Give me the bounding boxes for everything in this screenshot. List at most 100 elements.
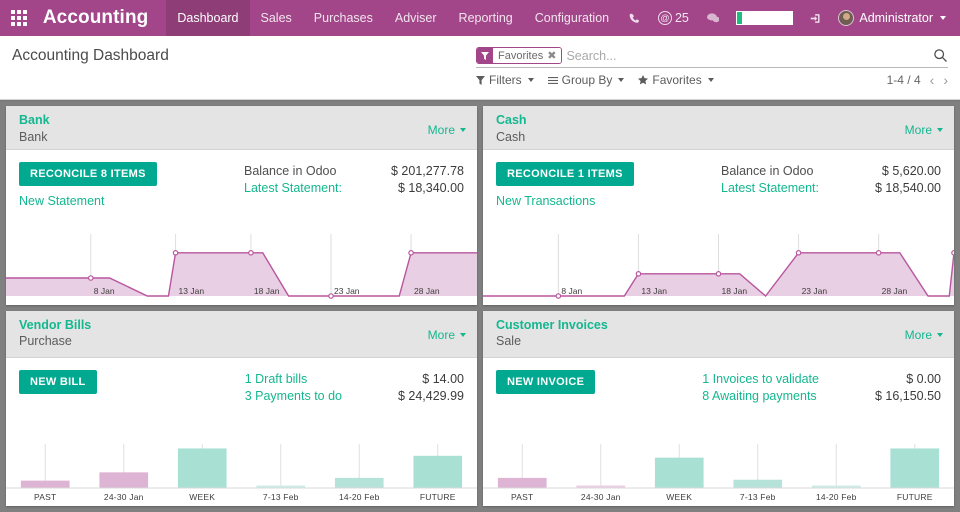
card-title-cash[interactable]: Cash xyxy=(496,113,527,129)
bar[interactable] xyxy=(335,478,384,488)
search-area: Favorites ✖ xyxy=(476,47,948,68)
bar-category-labels: PAST24-30 JanWEEK7-13 Feb14-20 FebFUTURE xyxy=(34,492,456,502)
top-navbar: Accounting Dashboard Sales Purchases Adv… xyxy=(0,0,960,36)
data-point xyxy=(716,272,720,276)
card-body: NEW BILL 1 Draft bills 3 Payments to do … xyxy=(6,358,477,436)
menu-item-purchases[interactable]: Purchases xyxy=(303,0,384,36)
search-input[interactable] xyxy=(566,49,927,63)
bar-chart-svg: PAST24-30 JanWEEK7-13 Feb14-20 FebFUTURE xyxy=(6,436,477,506)
chevron-left-icon[interactable]: ‹ xyxy=(930,72,935,88)
navbar-systray: @ 25 Administrator xyxy=(620,0,960,36)
bank-area-chart: 8 Jan13 Jan18 Jan23 Jan28 Jan xyxy=(6,228,477,305)
bar[interactable] xyxy=(413,456,462,488)
progress-bar[interactable] xyxy=(736,11,792,25)
card-more-dropdown[interactable]: More xyxy=(905,318,943,342)
user-menu[interactable]: Administrator xyxy=(830,10,950,26)
card-header: Customer Invoices Sale More xyxy=(483,311,954,358)
stat-value-awaiting-payments: $ 16,150.50 xyxy=(849,389,941,403)
x-tick-label: 23 Jan xyxy=(802,286,828,296)
card-subtitle: Bank xyxy=(19,130,50,146)
reconcile-button[interactable]: RECONCILE 8 ITEMS xyxy=(19,162,157,186)
card-more-dropdown[interactable]: More xyxy=(428,318,466,342)
area-chart-svg: 8 Jan13 Jan18 Jan23 Jan28 Jan xyxy=(6,228,477,305)
menu-item-dashboard[interactable]: Dashboard xyxy=(166,0,249,36)
stat-label-invoices-to-validate[interactable]: 1 Invoices to validate xyxy=(702,372,819,386)
mentions-count: 25 xyxy=(675,11,689,25)
chart-gridlines xyxy=(522,444,915,488)
new-transactions-link[interactable]: New Transactions xyxy=(496,194,595,208)
card-body: RECONCILE 1 ITEMS New Transactions Balan… xyxy=(483,150,954,228)
favorites-label: Favorites xyxy=(652,73,701,87)
filters-dropdown[interactable]: Filters xyxy=(476,73,534,87)
bar[interactable] xyxy=(498,478,547,488)
chevron-right-icon[interactable]: › xyxy=(943,72,948,88)
sign-in-arrow-icon[interactable] xyxy=(801,0,831,36)
stat-value-balance: $ 5,620.00 xyxy=(849,164,941,178)
stat-label-balance: Balance in Odoo xyxy=(721,164,819,178)
data-point xyxy=(556,294,560,298)
bar-category-label: 24-30 Jan xyxy=(104,492,144,502)
card-subtitle: Cash xyxy=(496,130,527,146)
favorites-dropdown[interactable]: Favorites xyxy=(638,73,713,87)
stat-label-latest-statement[interactable]: Latest Statement: xyxy=(721,181,819,195)
bar-category-label: 7-13 Feb xyxy=(263,492,299,502)
search-box[interactable]: Favorites ✖ xyxy=(476,47,948,68)
stat-label-draft-bills[interactable]: 1 Draft bills xyxy=(245,372,342,386)
search-options-row: Filters Group By Favorites 1-4 / 4 ‹ › xyxy=(476,72,948,88)
pager: 1-4 / 4 ‹ › xyxy=(887,72,948,88)
card-more-dropdown[interactable]: More xyxy=(905,113,943,137)
data-point xyxy=(952,251,954,255)
mentions-indicator[interactable]: @ 25 xyxy=(649,0,698,36)
data-point xyxy=(876,251,880,255)
filter-funnel-icon xyxy=(476,76,485,85)
card-title-vendor-bills[interactable]: Vendor Bills xyxy=(19,318,91,334)
bar[interactable] xyxy=(99,472,148,488)
x-tick-label: 8 Jan xyxy=(561,286,582,296)
new-invoice-button[interactable]: NEW INVOICE xyxy=(496,370,595,394)
phone-icon[interactable] xyxy=(620,0,649,36)
magnifier-icon[interactable] xyxy=(927,48,948,63)
reconcile-button[interactable]: RECONCILE 1 ITEMS xyxy=(496,162,634,186)
menu-item-configuration[interactable]: Configuration xyxy=(524,0,620,36)
menu-item-sales[interactable]: Sales xyxy=(250,0,303,36)
menu-item-adviser[interactable]: Adviser xyxy=(384,0,448,36)
data-point xyxy=(89,276,93,280)
data-point xyxy=(249,251,253,255)
search-facet-favorites[interactable]: Favorites ✖ xyxy=(476,47,562,64)
card-title-bank[interactable]: Bank xyxy=(19,113,50,129)
card-title-customer-invoices[interactable]: Customer Invoices xyxy=(496,318,608,334)
bar-category-label: 14-20 Feb xyxy=(339,492,380,502)
groupby-dropdown[interactable]: Group By xyxy=(548,73,625,87)
stat-label-latest-statement[interactable]: Latest Statement: xyxy=(244,181,342,195)
control-panel: Accounting Dashboard Favorites ✖ xyxy=(0,36,960,100)
chevron-down-icon xyxy=(937,333,943,337)
vendor-bills-bar-chart: PAST24-30 JanWEEK7-13 Feb14-20 FebFUTURE xyxy=(6,436,477,506)
new-statement-link[interactable]: New Statement xyxy=(19,194,104,208)
bar[interactable] xyxy=(21,481,70,488)
card-more-dropdown[interactable]: More xyxy=(428,113,466,137)
journal-card-vendor-bills: Vendor Bills Purchase More NEW BILL 1 Dr… xyxy=(6,311,477,506)
stat-value-invoices-to-validate: $ 0.00 xyxy=(849,372,941,386)
avatar xyxy=(838,10,854,26)
stat-value-latest-statement: $ 18,540.00 xyxy=(849,181,941,195)
stat-label-payments-to-do[interactable]: 3 Payments to do xyxy=(245,389,342,403)
chevron-down-icon xyxy=(528,78,534,82)
dashboard-grid: Bank Bank More RECONCILE 8 ITEMS New Sta… xyxy=(0,100,960,512)
apps-menu-button[interactable] xyxy=(0,0,39,36)
card-header: Vendor Bills Purchase More xyxy=(6,311,477,358)
bar[interactable] xyxy=(890,448,939,488)
new-bill-button[interactable]: NEW BILL xyxy=(19,370,97,394)
stat-label-awaiting-payments[interactable]: 8 Awaiting payments xyxy=(702,389,819,403)
close-x-icon[interactable]: ✖ xyxy=(547,49,556,62)
menu-item-reporting[interactable]: Reporting xyxy=(448,0,524,36)
bar[interactable] xyxy=(733,480,782,488)
bar[interactable] xyxy=(178,448,227,488)
more-label: More xyxy=(905,328,932,342)
bar[interactable] xyxy=(655,458,704,488)
stat-value-latest-statement: $ 18,340.00 xyxy=(372,181,464,195)
more-label: More xyxy=(428,328,455,342)
hamburger-lines-icon xyxy=(548,76,558,85)
star-icon xyxy=(638,75,648,85)
bar-category-label: 14-20 Feb xyxy=(816,492,857,502)
chat-bubble-icon[interactable] xyxy=(698,0,729,36)
